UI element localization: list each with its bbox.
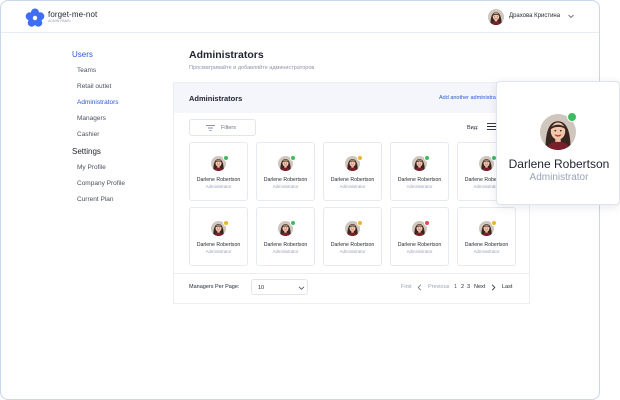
pagination-page-2[interactable]: 2 — [461, 284, 464, 290]
per-page-label: Managers Per Page: — [189, 284, 240, 290]
top-bar: forget-me-not ADMIN PANEL Драхова Кристи… — [1, 1, 599, 33]
per-page-value: 10 — [258, 285, 265, 291]
admin-name: Darlene Robertson — [397, 177, 442, 183]
admin-card[interactable]: Darlene Robertson Administrator — [390, 207, 449, 266]
admin-role: Administrator — [205, 249, 232, 254]
sidebar-item-my-profile[interactable]: My Profile — [77, 163, 172, 173]
admin-role: Administrator — [272, 249, 299, 254]
page-subtitle: Просматривайте и добавляйте администрато… — [189, 65, 315, 71]
chevron-down-icon[interactable] — [567, 12, 575, 20]
panel-divider — [174, 273, 529, 274]
administrators-panel: Administrators Add another administrator… — [173, 82, 530, 304]
status-dot — [491, 220, 497, 226]
filters-button[interactable]: Filters — [189, 119, 256, 136]
pagination-last[interactable]: Last — [502, 284, 512, 290]
admin-name: Darlene Robertson — [464, 242, 509, 248]
pagination-previous[interactable]: Previous — [428, 284, 449, 290]
pagination-first[interactable]: First — [401, 284, 412, 290]
sidebar-section-users[interactable]: Users — [72, 49, 172, 61]
admin-role: Administrator — [406, 184, 433, 189]
forget-me-not-logo-icon[interactable] — [25, 8, 45, 28]
admin-name: Darlene Robertson — [330, 177, 375, 183]
status-dot — [290, 155, 296, 161]
admin-name: Darlene Robertson — [397, 242, 442, 248]
admin-card[interactable]: Darlene Robertson Administrator — [189, 142, 248, 201]
panel-header: Administrators Add another administrator — [174, 83, 529, 113]
profile-popover: Darlene Robertson Administrator — [496, 81, 620, 205]
chevron-left-icon[interactable] — [417, 284, 422, 291]
per-page-select[interactable]: 10 — [251, 279, 308, 295]
status-dot — [357, 220, 363, 226]
view-label: Вид: — [467, 125, 479, 131]
admin-card[interactable]: Darlene Robertson Administrator — [256, 207, 315, 266]
popover-name: Darlene Robertson — [508, 157, 610, 171]
admin-card[interactable]: Darlene Robertson Administrator — [323, 207, 382, 266]
sidebar-item-current-plan[interactable]: Current Plan — [77, 195, 172, 205]
admin-role: Administrator — [272, 184, 299, 189]
admin-card[interactable]: Darlene Robertson Administrator — [189, 207, 248, 266]
admin-role: Administrator — [339, 184, 366, 189]
sidebar-item-teams[interactable]: Teams — [77, 66, 172, 76]
popover-role: Administrator — [529, 172, 589, 183]
admin-card[interactable]: Darlene Robertson Administrator — [457, 207, 516, 266]
admin-role: Administrator — [205, 184, 232, 189]
status-dot — [223, 220, 229, 226]
pagination-page-1[interactable]: 1 — [454, 284, 457, 290]
chevron-down-icon — [298, 286, 305, 290]
admin-role: Administrator — [339, 249, 366, 254]
sidebar-item-cashier[interactable]: Cashier — [77, 130, 172, 140]
admin-name: Darlene Robertson — [196, 177, 241, 183]
status-dot — [223, 155, 229, 161]
brand-name: forget-me-not — [48, 10, 98, 19]
admin-card[interactable]: Darlene Robertson Administrator — [256, 142, 315, 201]
status-online-dot — [567, 112, 577, 122]
status-dot — [290, 220, 296, 226]
add-administrator-link[interactable]: Add another administrator — [439, 95, 502, 101]
admin-name: Darlene Robertson — [263, 242, 308, 248]
status-dot — [424, 220, 430, 226]
admin-name: Darlene Robertson — [330, 242, 375, 248]
admin-name: Darlene Robertson — [196, 242, 241, 248]
brand-subtitle: ADMIN PANEL — [48, 19, 72, 23]
status-dot — [424, 155, 430, 161]
chevron-right-icon[interactable] — [491, 284, 496, 291]
sidebar: Users Teams Retail outlet Administrators… — [72, 49, 172, 211]
panel-title: Administrators — [189, 94, 243, 103]
sidebar-item-managers[interactable]: Managers — [77, 114, 172, 124]
admin-role: Administrator — [406, 249, 433, 254]
page-title: Administrators — [189, 49, 264, 61]
current-user-name[interactable]: Драхова Кристина — [509, 13, 560, 19]
status-dot — [357, 155, 363, 161]
pagination-page-3[interactable]: 3 — [467, 284, 470, 290]
sidebar-section-settings[interactable]: Settings — [72, 146, 172, 158]
pagination-next[interactable]: Next — [474, 284, 485, 290]
sidebar-item-retail-outlet[interactable]: Retail outlet — [77, 82, 172, 92]
admin-role: Administrator — [473, 249, 500, 254]
sidebar-item-company-profile[interactable]: Company Profile — [77, 179, 172, 189]
list-view-icon[interactable] — [487, 123, 496, 130]
sidebar-item-administrators[interactable]: Administrators — [77, 98, 172, 108]
admin-card[interactable]: Darlene Robertson Administrator — [323, 142, 382, 201]
admin-card[interactable]: Darlene Robertson Administrator — [390, 142, 449, 201]
user-avatar[interactable] — [488, 9, 504, 25]
filters-label: Filters — [221, 125, 236, 131]
filter-icon — [206, 125, 215, 131]
admin-name: Darlene Robertson — [263, 177, 308, 183]
